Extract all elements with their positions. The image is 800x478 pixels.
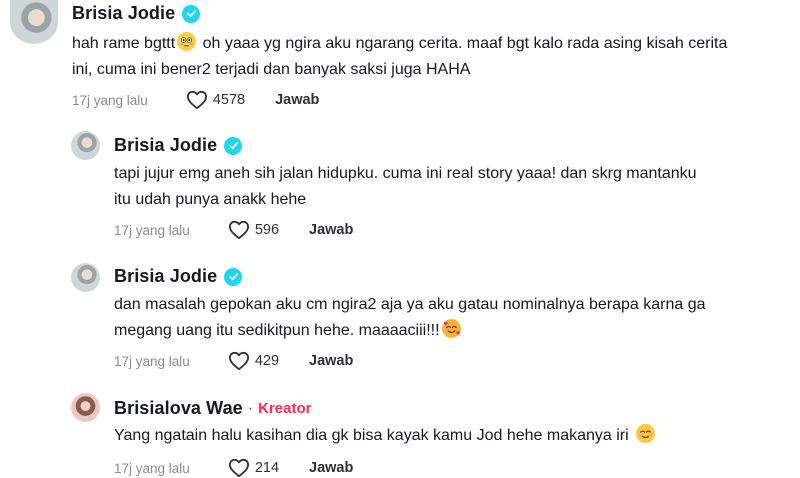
avatar[interactable]: [10, 0, 58, 44]
heart-outline-icon: [228, 220, 249, 240]
like-button[interactable]: 596: [228, 220, 279, 240]
timestamp: 17j yang lalu: [72, 92, 148, 108]
like-count: 214: [254, 460, 280, 476]
comment-text: hah rame bgttt oh yaaa yg ngira aku ngar…: [72, 31, 732, 83]
verified-icon: [224, 136, 243, 155]
separator-dot: ·: [247, 399, 254, 417]
comment-text: Yang ngatain halu kasihan dia gk bisa ka…: [114, 423, 754, 449]
creator-badge: Kreator: [258, 400, 312, 417]
flushed-face-emoji: [177, 32, 197, 51]
comment-meta: 17j yang lalu 214 Jawab: [114, 458, 353, 478]
like-count: 4578: [212, 92, 246, 108]
comment-meta: 17j yang lalu 596 Jawab: [114, 220, 353, 240]
reply-item: Brisia Jodie tapi jujur emg aneh sih jal…: [0, 125, 800, 245]
reply-button[interactable]: Jawab: [309, 460, 353, 476]
heart-outline-icon: [186, 90, 207, 110]
comment-item: Brisia Jodie hah rame bgttt oh yaaa yg n…: [0, 0, 800, 120]
like-button[interactable]: 214: [228, 458, 279, 478]
avatar[interactable]: [71, 263, 100, 292]
comment-header: Brisialova Wae · Kreator: [114, 398, 311, 419]
comment-meta: 17j yang lalu 4578 Jawab: [72, 90, 319, 110]
comment-header: Brisia Jodie: [114, 135, 243, 156]
comment-meta: 17j yang lalu 429 Jawab: [114, 351, 353, 371]
timestamp: 17j yang lalu: [114, 353, 190, 369]
comment-header: Brisia Jodie: [114, 266, 243, 287]
like-button[interactable]: 4578: [186, 90, 245, 110]
author-name[interactable]: Brisia Jodie: [72, 3, 175, 24]
blush-face-emoji: [636, 424, 656, 443]
avatar[interactable]: [71, 131, 100, 160]
timestamp: 17j yang lalu: [114, 222, 190, 238]
like-button[interactable]: 429: [228, 351, 279, 371]
verified-icon: [182, 4, 201, 23]
author-name[interactable]: Brisia Jodie: [114, 135, 217, 156]
timestamp: 17j yang lalu: [114, 460, 190, 476]
reply-button[interactable]: Jawab: [275, 92, 319, 108]
heart-outline-icon: [228, 351, 249, 371]
reply-item: Brisia Jodie dan masalah gepokan aku cm …: [0, 257, 800, 377]
reply-item: Brisialova Wae · Kreator Yang ngatain ha…: [0, 388, 800, 478]
author-name[interactable]: Brisialova Wae: [114, 398, 243, 419]
verified-icon: [224, 267, 243, 286]
comment-text: dan masalah gepokan aku cm ngira2 aja ya…: [114, 296, 706, 339]
reply-button[interactable]: Jawab: [309, 353, 353, 369]
smiling-hearts-emoji: [441, 319, 461, 338]
like-count: 596: [254, 222, 280, 238]
avatar[interactable]: [71, 393, 100, 422]
author-name[interactable]: Brisia Jodie: [114, 266, 217, 287]
heart-outline-icon: [228, 458, 249, 478]
like-count: 429: [254, 353, 280, 369]
comment-text: tapi jujur emg aneh sih jalan hidupku. c…: [114, 165, 697, 208]
comment-header: Brisia Jodie: [72, 3, 201, 24]
reply-button[interactable]: Jawab: [309, 222, 353, 238]
